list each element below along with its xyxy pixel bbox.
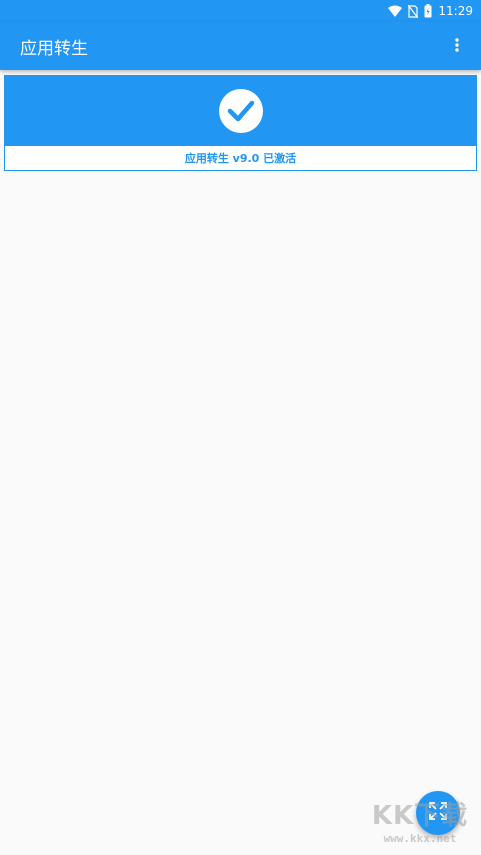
status-time: 11:29 bbox=[438, 4, 473, 18]
activation-status-label: 应用转生 v9.0 已激活 bbox=[184, 152, 297, 165]
more-options-button[interactable] bbox=[445, 34, 469, 58]
expand-fab-button[interactable] bbox=[416, 791, 460, 835]
watermark-url: www.kkx.net bbox=[383, 832, 457, 845]
check-icon bbox=[218, 89, 263, 133]
app-title: 应用转生 bbox=[20, 38, 88, 59]
expand-icon bbox=[429, 802, 447, 824]
more-vert-icon bbox=[455, 37, 459, 56]
status-bar: 11:29 bbox=[0, 0, 481, 22]
battery-icon bbox=[424, 4, 432, 18]
no-sim-icon bbox=[408, 4, 419, 18]
activation-status-card[interactable]: 应用转生 v9.0 已激活 bbox=[4, 75, 477, 171]
app-bar: 应用转生 bbox=[0, 22, 481, 70]
wifi-icon bbox=[388, 5, 403, 17]
card-header bbox=[5, 76, 476, 146]
